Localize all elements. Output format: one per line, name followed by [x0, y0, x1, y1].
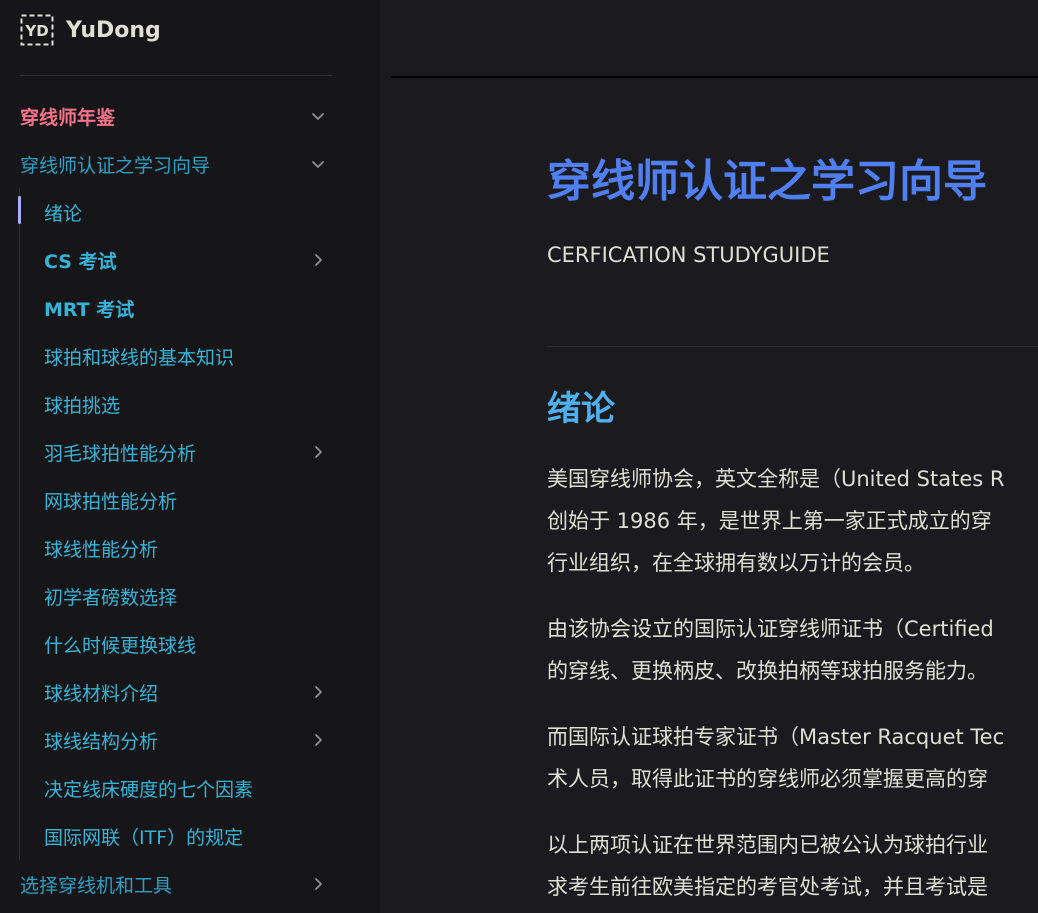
paragraph-line: 而国际认证球拍专家证书（Master Racquet Tec [547, 725, 1005, 749]
sidebar-item-6[interactable]: 球拍挑选 [0, 380, 380, 428]
sidebar-item-label: 什么时候更换球线 [44, 634, 197, 657]
brand[interactable]: YD YuDong [20, 14, 161, 46]
chevron-down-icon[interactable] [308, 154, 328, 174]
sidebar-nav: 穿线师年鉴穿线师认证之学习向导绪论 CS 考试 MRT 考试球拍和球线的基本知识 球拍… [0, 92, 380, 908]
paragraph-line: 创始于 1986 年，是世界上第一家正式成立的穿 [547, 509, 992, 533]
sidebar-item-7[interactable]: 羽毛球拍性能分析 [0, 428, 380, 476]
chevron-right-icon[interactable] [308, 682, 328, 702]
article-paragraph: 以上两项认证在世界范围内已被公认为球拍行业 求考生前往欧美指定的考官处考试，并且考… [547, 824, 988, 908]
sidebar-item-9[interactable]: 球线性能分析 [0, 524, 380, 572]
paragraph-line: 的穿线、更换柄皮、改换拍柄等球拍服务能力。 [547, 659, 988, 683]
sidebar-item-label: 选择穿线机和工具 [20, 874, 173, 897]
main-content: 穿线师认证之学习向导 CERFICATION STUDYGUIDE 绪论 美国穿… [547, 0, 1038, 913]
sidebar-item-label: MRT 考试 [44, 298, 135, 321]
sidebar-item-label: 穿线师年鉴 [20, 106, 116, 129]
sidebar-item-13[interactable]: 球线结构分析 [0, 716, 380, 764]
chevron-down-icon[interactable] [308, 106, 328, 126]
sidebar-item-3[interactable]: CS 考试 [0, 236, 380, 284]
chevron-right-icon[interactable] [308, 874, 328, 894]
brand-divider [20, 75, 332, 76]
sidebar-item-label: 绪论 [44, 202, 83, 225]
sidebar-item-label: CS 考试 [44, 250, 117, 273]
sidebar-item-label: 球拍和球线的基本知识 [44, 346, 235, 369]
chevron-right-icon[interactable] [308, 730, 328, 750]
sidebar-item-label: 国际网联（ITF）的规定 [44, 826, 244, 849]
sidebar-item-12[interactable]: 球线材料介绍 [0, 668, 380, 716]
section-heading: 绪论 [547, 389, 615, 429]
chevron-right-icon[interactable] [308, 250, 328, 270]
sidebar-item-label: 网球拍性能分析 [44, 490, 178, 513]
article-paragraph: 由该协会设立的国际认证穿线师证书（Certified 的穿线、更换柄皮、改换拍柄等… [547, 608, 994, 692]
paragraph-line: 由该协会设立的国际认证穿线师证书（Certified [547, 617, 994, 641]
sidebar-item-label: 球拍挑选 [44, 394, 121, 417]
sidebar-item-15[interactable]: 国际网联（ITF）的规定 [0, 812, 380, 860]
chevron-right-icon[interactable] [308, 442, 328, 462]
paragraph-line: 求考生前往欧美指定的考官处考试，并且考试是 [547, 875, 988, 899]
page-subtitle: CERFICATION STUDYGUIDE [547, 243, 830, 267]
sidebar-item-8[interactable]: 网球拍性能分析 [0, 476, 380, 524]
sidebar-item-label: 穿线师认证之学习向导 [20, 154, 211, 177]
sidebar-item-5[interactable]: 球拍和球线的基本知识 [0, 332, 380, 380]
sidebar-item-label: 球线性能分析 [44, 538, 159, 561]
paragraph-line: 术人员，取得此证书的穿线师必须掌握更高的穿 [547, 767, 988, 791]
sidebar-item-label: 球线结构分析 [44, 730, 159, 753]
content-divider [547, 346, 1038, 347]
sidebar-item-label: 决定线床硬度的七个因素 [44, 778, 254, 801]
sidebar-item-label: 羽毛球拍性能分析 [44, 442, 197, 465]
paragraph-line: 美国穿线师协会，英文全称是（United States R [547, 467, 1005, 491]
article-paragraph: 而国际认证球拍专家证书（Master Racquet Tec 术人员，取得此证书的… [547, 716, 1004, 800]
sidebar-item-14[interactable]: 决定线床硬度的七个因素 [0, 764, 380, 812]
sidebar-item-11[interactable]: 什么时候更换球线 [0, 620, 380, 668]
sidebar-item-10[interactable]: 初学者磅数选择 [0, 572, 380, 620]
brand-name: YuDong [66, 17, 161, 43]
sidebar-item-0[interactable]: 穿线师年鉴 [0, 92, 380, 140]
logo-text: YD [24, 22, 48, 40]
sidebar-item-4[interactable]: MRT 考试 [0, 284, 380, 332]
sidebar-item-16[interactable]: 选择穿线机和工具 [0, 860, 380, 908]
yudong-logo-icon: YD [20, 14, 54, 46]
sidebar-item-label: 球线材料介绍 [44, 682, 159, 705]
sidebar-item-2[interactable]: 绪论 [0, 188, 380, 236]
paragraph-line: 以上两项认证在世界范围内已被公认为球拍行业 [547, 833, 988, 857]
sidebar-item-1[interactable]: 穿线师认证之学习向导 [0, 140, 380, 188]
article-paragraph: 美国穿线师协会，英文全称是（United States R 创始于 1986 年，… [547, 458, 1004, 584]
paragraph-line: 行业组织，在全球拥有数以万计的会员。 [547, 551, 925, 575]
sidebar-item-label: 初学者磅数选择 [44, 586, 178, 609]
sidebar: YD YuDong 穿线师年鉴 穿线师认证之学习向导 绪论 CS 考试 MRT 考试 球拍… [0, 0, 380, 913]
page-title: 穿线师认证之学习向导 [547, 156, 987, 207]
